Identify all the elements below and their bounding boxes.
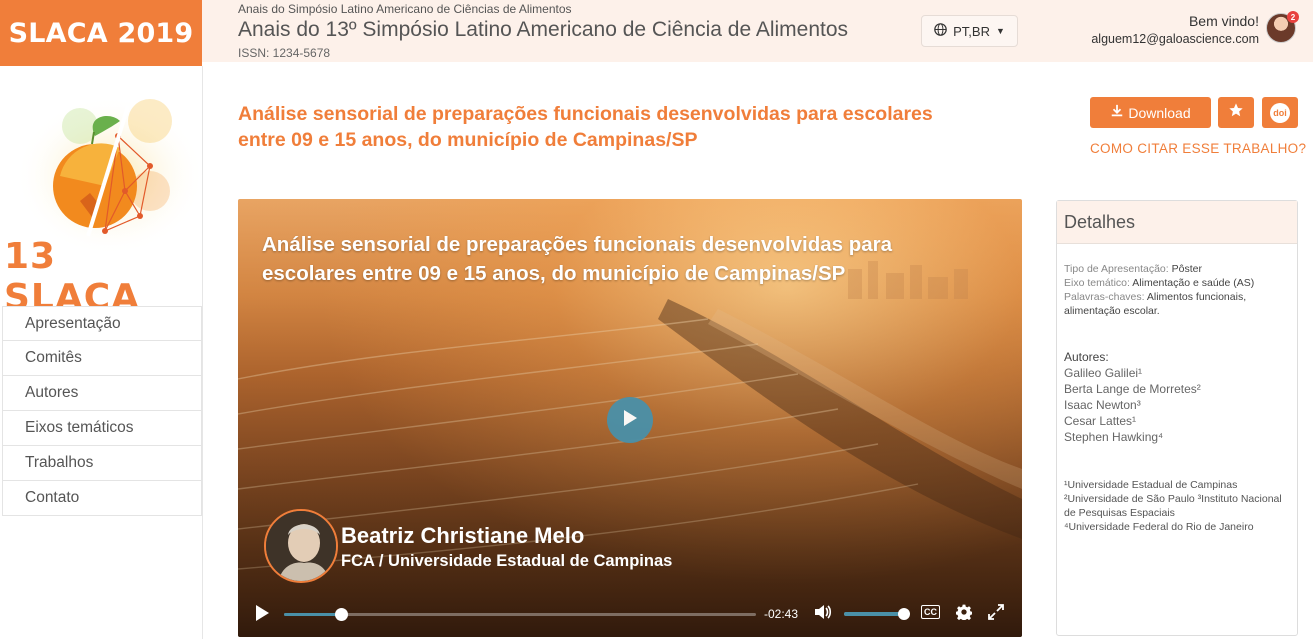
author-item[interactable]: Isaac Newton³ (1064, 398, 1141, 412)
globe-icon (934, 23, 947, 39)
caret-down-icon: ▼ (995, 26, 1005, 36)
sidebar-item-trabalhos[interactable]: Trabalhos (2, 446, 202, 481)
keywords-label: Palavras-chaves: (1064, 291, 1145, 303)
keywords-row: Palavras-chaves: Alimentos funcionais, a… (1064, 290, 1289, 318)
language-label: PT,BR (953, 23, 990, 39)
theme-value[interactable]: Alimentação e saúde (AS) (1132, 277, 1254, 289)
affiliation-item: ²Universidade de São Paulo ³Instituto Na… (1064, 493, 1282, 519)
play-icon (622, 409, 638, 432)
settings-gear-icon[interactable] (955, 604, 973, 623)
language-selector[interactable]: PT,BR ▼ (921, 15, 1018, 47)
user-email[interactable]: alguem12@galoascience.com (1091, 32, 1259, 46)
doi-icon: doi (1270, 102, 1290, 123)
star-icon (1228, 102, 1244, 123)
speaker-affiliation: FCA / Universidade Estadual de Campinas (341, 552, 673, 570)
details-heading: Detalhes (1057, 201, 1297, 244)
doi-button[interactable]: doi (1262, 97, 1298, 128)
article-title: Análise sensorial de preparações funcion… (238, 103, 933, 151)
speaker-photo (264, 509, 338, 583)
volume-slider[interactable] (844, 608, 910, 620)
welcome-text: Bem vindo! (1188, 13, 1259, 29)
brand-title[interactable]: SLACA 2019 (0, 0, 202, 66)
sidebar-item-autores[interactable]: Autores (2, 376, 202, 411)
sidebar-item-contato[interactable]: Contato (2, 481, 202, 516)
affiliation-item: ¹Universidade Estadual de Campinas (1064, 479, 1238, 491)
page-title: Anais do 13º Simpósio Latino Americano d… (238, 18, 849, 41)
favorite-button[interactable] (1218, 97, 1254, 128)
theme-row: Eixo temático: Alimentação e saúde (AS) (1064, 276, 1289, 290)
presentation-type-label: Tipo de Apresentação: (1064, 263, 1169, 275)
time-remaining: -02:43 (764, 607, 799, 621)
author-item[interactable]: Berta Lange de Morretes² (1064, 382, 1201, 396)
top-header: Anais do Simpósio Latino Americano de Ci… (202, 0, 1313, 62)
volume-handle[interactable] (898, 608, 910, 620)
cc-icon: CC (921, 605, 940, 619)
authors-label: Autores: (1064, 350, 1109, 364)
play-control-icon[interactable] (254, 604, 270, 625)
notification-badge[interactable]: 2 (1287, 11, 1299, 23)
download-button[interactable]: Download (1090, 97, 1211, 128)
video-player[interactable]: Análise sensorial de preparações funcion… (238, 199, 1022, 637)
affiliation-item: ⁴Universidade Federal do Rio de Janeiro (1064, 521, 1254, 533)
event-logo: 13 SLACA (0, 66, 205, 318)
sidebar-nav: Apresentação Comitês Autores Eixos temát… (2, 306, 202, 516)
video-title: Análise sensorial de preparações funcion… (262, 233, 893, 285)
author-item[interactable]: Stephen Hawking⁴ (1064, 430, 1163, 444)
fullscreen-icon[interactable] (988, 604, 1004, 623)
play-button[interactable] (607, 397, 653, 443)
sidebar-item-eixos-tematicos[interactable]: Eixos temáticos (2, 411, 202, 446)
cite-link[interactable]: COMO CITAR ESSE TRABALHO? (1090, 141, 1306, 156)
download-icon (1110, 104, 1124, 121)
issn-label: ISSN: 1234-5678 (238, 46, 331, 60)
progress-bar[interactable] (284, 608, 756, 621)
presentation-type-value: Pôster (1171, 263, 1202, 275)
volume-icon[interactable] (814, 604, 832, 623)
progress-fill (284, 613, 341, 616)
sidebar: 13 SLACA Apresentação Comitês Autores Ei… (0, 66, 205, 639)
sidebar-item-comites[interactable]: Comitês (2, 341, 202, 376)
author-item[interactable]: Cesar Lattes¹ (1064, 414, 1136, 428)
captions-button[interactable]: CC (921, 604, 940, 619)
author-item[interactable]: Galileo Galilei¹ (1064, 366, 1142, 380)
speaker-name: Beatriz Christiane Melo (341, 523, 585, 548)
progress-handle[interactable] (334, 608, 348, 621)
download-label: Download (1128, 104, 1191, 121)
presentation-type-row: Tipo de Apresentação: Pôster (1064, 262, 1289, 276)
sidebar-item-apresentacao[interactable]: Apresentação (2, 306, 202, 341)
theme-label: Eixo temático: (1064, 277, 1130, 289)
details-panel: Detalhes Tipo de Apresentação: Pôster Ei… (1056, 200, 1298, 636)
header-subtitle: Anais do Simpósio Latino Americano de Ci… (238, 2, 572, 16)
volume-fill (844, 612, 904, 616)
